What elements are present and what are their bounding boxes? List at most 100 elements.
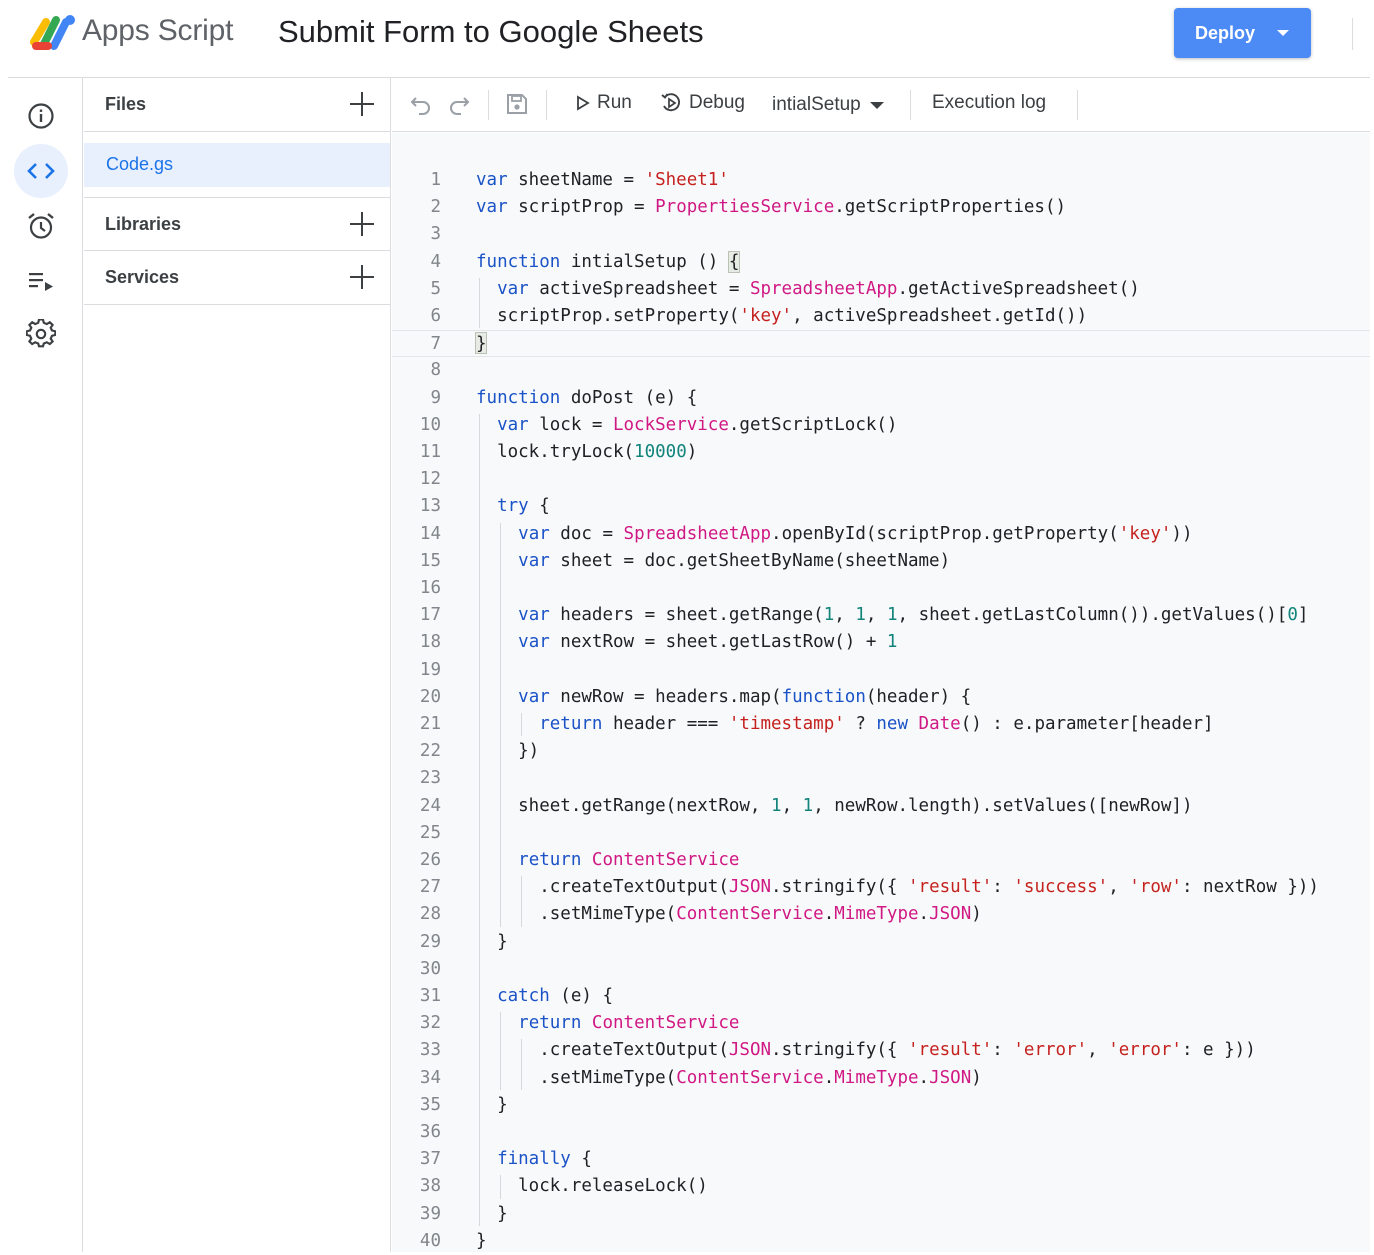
code-line[interactable]: 4 function intialSetup () { xyxy=(392,249,1370,276)
executions-list-icon xyxy=(29,273,53,291)
line-number: 21 xyxy=(419,714,441,734)
add-library-icon[interactable] xyxy=(350,212,374,236)
code-line[interactable]: 23 xyxy=(392,765,1370,792)
line-number: 5 xyxy=(430,278,441,299)
code-line[interactable]: 3 xyxy=(392,221,1370,248)
alarm-clock-icon xyxy=(28,213,54,239)
line-number: 19 xyxy=(419,659,441,680)
code-line[interactable]: 38 lock.releaseLock() xyxy=(392,1173,1370,1200)
code-line[interactable]: 18 var nextRow = sheet.getLastRow() + 1 xyxy=(392,629,1370,656)
code-line[interactable]: 13 try { xyxy=(392,493,1370,520)
code-line[interactable]: 36 xyxy=(392,1119,1370,1146)
code-line[interactable]: 22 }) xyxy=(392,738,1370,765)
code-line[interactable]: 37 finally { xyxy=(392,1146,1370,1173)
services-section-header[interactable]: Services xyxy=(84,251,390,305)
code-line[interactable]: 32 return ContentService xyxy=(392,1010,1370,1037)
redo-icon[interactable] xyxy=(448,93,470,115)
code-line[interactable]: 7} xyxy=(392,330,1370,358)
code-line[interactable]: 21 return header === 'timestamp' ? new D… xyxy=(392,711,1370,738)
debug-icon xyxy=(661,93,680,112)
rail-editor-button[interactable] xyxy=(14,144,68,198)
code-line[interactable]: 30 xyxy=(392,956,1370,983)
line-number: 30 xyxy=(419,958,441,979)
code-text: var doc = SpreadsheetApp.openById(script… xyxy=(518,523,1193,544)
code-line[interactable]: 1 var sheetName = 'Sheet1' xyxy=(392,167,1370,194)
code-line[interactable]: 29 } xyxy=(392,929,1370,956)
code-text: function doPost (e) { xyxy=(476,387,698,408)
add-file-icon[interactable] xyxy=(350,92,374,116)
code-line[interactable]: 28 .setMimeType(ContentService.MimeType.… xyxy=(392,901,1370,928)
code-text: } xyxy=(476,334,487,355)
code-line[interactable]: 34 .setMimeType(ContentService.MimeType.… xyxy=(392,1065,1370,1092)
debug-button[interactable]: Debug xyxy=(660,92,745,114)
code-line[interactable]: 20 var newRow = headers.map(function(hea… xyxy=(392,684,1370,711)
code-text: return ContentService xyxy=(518,1013,740,1034)
execution-log-button[interactable]: Execution log xyxy=(932,92,1046,114)
code-text: var sheetName = 'Sheet1' xyxy=(476,170,729,190)
code-line[interactable]: 17 var headers = sheet.getRange(1, 1, 1,… xyxy=(392,602,1370,629)
rail-triggers-button[interactable] xyxy=(14,199,68,253)
code-line[interactable]: 9 function doPost (e) { xyxy=(392,385,1370,412)
code-line[interactable]: 2 var scriptProp = PropertiesService.getS… xyxy=(392,194,1370,221)
line-number: 9 xyxy=(430,387,441,408)
code-text: lock.tryLock(10000) xyxy=(476,442,698,462)
line-number: 23 xyxy=(419,768,441,789)
code-line[interactable]: 19 xyxy=(392,657,1370,684)
code-editor[interactable]: 1 var sheetName = 'Sheet1' 2 var scriptProp… xyxy=(392,133,1370,1252)
code-line[interactable]: 39 } xyxy=(392,1201,1370,1228)
add-service-icon[interactable] xyxy=(350,265,374,289)
rail-executions-button[interactable] xyxy=(14,254,68,308)
code-text: var activeSpreadsheet = SpreadsheetApp.g… xyxy=(497,278,1140,299)
indent-guide xyxy=(500,522,502,927)
code-line[interactable]: 40} xyxy=(392,1228,1370,1255)
code-line[interactable]: 15 var sheet = doc.getSheetByName(sheetN… xyxy=(392,548,1370,575)
services-label: Services xyxy=(105,267,180,287)
code-line[interactable]: 5 var activeSpreadsheet = SpreadsheetApp… xyxy=(392,276,1370,303)
code-line[interactable]: 16 xyxy=(392,575,1370,602)
project-title[interactable]: Submit Form to Google Sheets xyxy=(278,14,704,50)
line-number: 39 xyxy=(419,1203,441,1224)
undo-icon[interactable] xyxy=(410,93,432,115)
line-number: 26 xyxy=(419,850,441,870)
code-line[interactable]: 31 catch (e) { xyxy=(392,983,1370,1010)
line-number: 8 xyxy=(430,360,441,381)
line-number: 13 xyxy=(419,496,441,517)
code-line[interactable]: 35 } xyxy=(392,1092,1370,1119)
code-line[interactable]: 33 .createTextOutput(JSON.stringify({ 'r… xyxy=(392,1037,1370,1064)
line-number: 28 xyxy=(419,904,441,925)
indent-guide xyxy=(479,413,480,1226)
libraries-section-header[interactable]: Libraries xyxy=(84,197,390,251)
rail-overview-button[interactable] xyxy=(14,89,68,143)
line-number: 4 xyxy=(430,251,441,272)
indent-guide xyxy=(521,1039,523,1090)
code-line[interactable]: 6 scriptProp.setProperty('key', activeSp… xyxy=(392,303,1370,330)
debug-label: Debug xyxy=(689,92,745,113)
line-number: 11 xyxy=(419,442,441,462)
deploy-button[interactable]: Deploy xyxy=(1174,8,1311,58)
libraries-label: Libraries xyxy=(105,214,182,234)
code-line[interactable]: 24 sheet.getRange(nextRow, 1, 1, newRow.… xyxy=(392,793,1370,820)
function-select[interactable]: intialSetup xyxy=(772,94,884,116)
save-icon[interactable] xyxy=(506,93,528,115)
code-line[interactable]: 27 .createTextOutput(JSON.stringify({ 'r… xyxy=(392,874,1370,901)
code-line[interactable]: 10 var lock = LockService.getScriptLock(… xyxy=(392,412,1370,439)
toolbar-separator xyxy=(546,90,547,120)
code-line[interactable]: 12 xyxy=(392,466,1370,493)
line-number: 7 xyxy=(430,334,441,355)
code-line[interactable]: 8 xyxy=(392,357,1370,384)
code-line[interactable]: 25 xyxy=(392,820,1370,847)
code-line[interactable]: 14 var doc = SpreadsheetApp.openById(scr… xyxy=(392,521,1370,548)
code-text: var scriptProp = PropertiesService.getSc… xyxy=(476,197,1067,218)
function-select-value: intialSetup xyxy=(772,94,861,115)
file-item-code-gs[interactable]: Code.gs xyxy=(84,143,390,187)
run-button[interactable]: Run xyxy=(576,92,632,114)
line-number: 20 xyxy=(419,686,441,707)
indent-guide xyxy=(521,713,523,737)
rail-settings-button[interactable] xyxy=(14,307,68,361)
deploy-dropdown-icon[interactable] xyxy=(1277,30,1289,36)
code-line[interactable]: 26 return ContentService xyxy=(392,847,1370,874)
code-line[interactable]: 11 lock.tryLock(10000) xyxy=(392,439,1370,466)
indent-guide xyxy=(521,876,523,927)
app-name[interactable]: Apps Script xyxy=(82,14,233,48)
files-panel: Files Code.gs Libraries Services xyxy=(84,78,391,1252)
